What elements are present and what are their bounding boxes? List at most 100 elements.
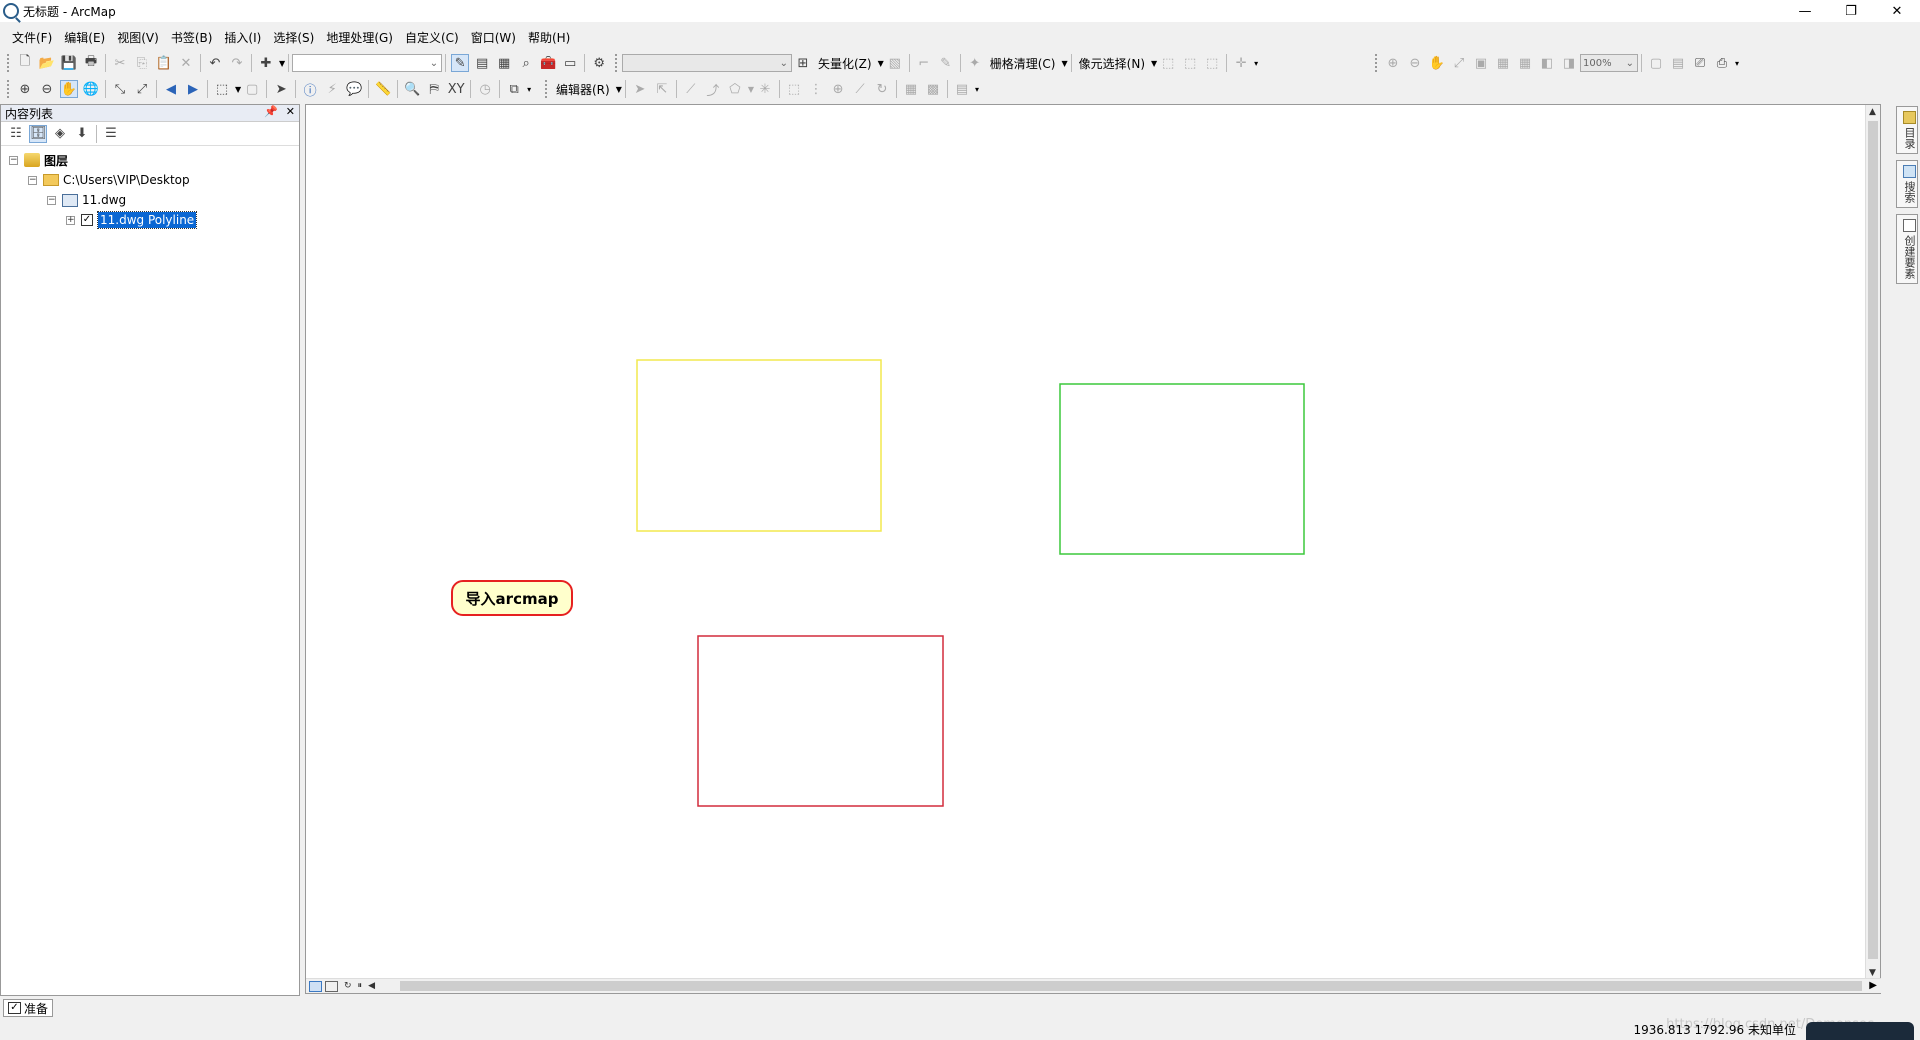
python-window-icon[interactable]: ▭	[561, 54, 579, 72]
paste-icon[interactable]: 📋	[155, 54, 173, 72]
select-elements-icon[interactable]: ➤	[272, 80, 290, 98]
raster-tool-icon[interactable]: ✦	[966, 54, 984, 72]
menu-customize[interactable]: 自定义(C)	[399, 29, 465, 46]
edit-annotation-icon[interactable]: ⇱	[653, 80, 671, 98]
data-view-icon[interactable]	[309, 980, 322, 992]
find-route-icon[interactable]: ⛿	[425, 80, 443, 98]
chevron-down-icon[interactable]: ▼	[235, 85, 241, 94]
create-viewer-window-icon[interactable]: ⧉	[505, 80, 523, 98]
map-scale-combo[interactable]: ⌄	[292, 54, 443, 72]
fixed-zoom-out-icon[interactable]: ▦	[1516, 54, 1534, 72]
chevron-down-icon[interactable]: ▼	[1062, 59, 1068, 68]
fixed-zoom-in-icon[interactable]: ⤡	[111, 80, 129, 98]
raster-layer-combo[interactable]: ⌄	[622, 54, 792, 72]
menu-help[interactable]: 帮助(H)	[522, 29, 576, 46]
list-by-source-icon[interactable]: 🗄	[29, 124, 47, 143]
layout-view-icon[interactable]	[325, 980, 338, 992]
menu-windows[interactable]: 窗口(W)	[465, 29, 522, 46]
search-tab[interactable]: 搜索	[1896, 160, 1918, 208]
layout-pan-icon[interactable]: ✋	[1428, 54, 1446, 72]
menu-edit[interactable]: 编辑(E)	[58, 29, 111, 46]
menu-view[interactable]: 视图(V)	[111, 29, 165, 46]
tree-item-layers[interactable]: − 图层	[1, 150, 299, 170]
menu-selection[interactable]: 选择(S)	[267, 29, 320, 46]
vertical-scrollbar[interactable]: ▲ ▼	[1865, 105, 1880, 980]
attributes-icon[interactable]: ▦	[902, 80, 920, 98]
vectorize-tool-icon[interactable]: ▧	[886, 54, 904, 72]
toolbar-options-icon[interactable]: ▾	[975, 85, 979, 94]
refresh-icon[interactable]: ↻	[344, 981, 352, 991]
save-icon[interactable]: 💾	[60, 54, 78, 72]
cell-selection-menu[interactable]: 像元选择(N)	[1079, 55, 1145, 72]
vectorize-menu[interactable]: 矢量化(Z)	[818, 55, 872, 72]
reshape-feature-icon[interactable]: ⋮	[807, 80, 825, 98]
menu-geoprocessing[interactable]: 地理处理(G)	[320, 29, 399, 46]
restore-button[interactable]: ❐	[1828, 0, 1874, 22]
scroll-down-icon[interactable]: ▼	[1869, 968, 1876, 978]
minimize-button[interactable]: —	[1782, 0, 1828, 22]
search-window-icon[interactable]: ⌕	[517, 54, 535, 72]
catalog-window-icon[interactable]: ▦	[495, 54, 513, 72]
create-features-tab[interactable]: 创建要素	[1896, 214, 1918, 284]
crosshair-icon[interactable]: ✛	[1232, 54, 1250, 72]
edit-tool-icon[interactable]: ➤	[631, 80, 649, 98]
print-icon[interactable]: 🖶	[82, 54, 100, 72]
point-icon[interactable]: ✳	[756, 80, 774, 98]
red-rectangle[interactable]	[697, 635, 944, 807]
chevron-down-icon[interactable]: ▼	[279, 59, 285, 68]
line-trace-icon[interactable]: ⌐	[915, 54, 933, 72]
toolbar-grip[interactable]	[615, 54, 619, 72]
chevron-down-icon[interactable]: ▼	[616, 85, 622, 94]
close-button[interactable]: ✕	[1874, 0, 1920, 22]
data-driven-pages-icon[interactable]: ⎙	[1713, 54, 1731, 72]
erase-cells-icon[interactable]: ⬚	[1203, 54, 1221, 72]
chevron-down-icon[interactable]: ▼	[878, 59, 884, 68]
yellow-rectangle[interactable]	[636, 359, 882, 532]
green-rectangle[interactable]	[1059, 383, 1305, 555]
toolbar-grip[interactable]	[7, 80, 11, 98]
redo-icon[interactable]: ↷	[228, 54, 246, 72]
toolbar-options-icon[interactable]: ▾	[527, 85, 531, 94]
editor-menu[interactable]: 编辑器(R)	[556, 81, 610, 98]
collapse-icon[interactable]: −	[9, 155, 18, 165]
pin-icon[interactable]: 📌	[264, 105, 278, 118]
layout-zoom-out-icon[interactable]: ⊖	[1406, 54, 1424, 72]
time-slider-icon[interactable]: ◷	[476, 80, 494, 98]
copy-icon[interactable]: ⎘	[133, 54, 151, 72]
clear-selection-icon[interactable]: ▢	[243, 80, 261, 98]
create-features-icon[interactable]: ▤	[953, 80, 971, 98]
status-ready-tab[interactable]: ✓ 准备	[3, 999, 54, 1017]
rotate-tool-icon[interactable]: ↻	[873, 80, 891, 98]
expand-icon[interactable]: +	[66, 215, 75, 225]
list-by-drawing-order-icon[interactable]: ☷	[7, 125, 25, 143]
sketch-properties-icon[interactable]: ▩	[924, 80, 942, 98]
layer-label[interactable]: 11.dwg Polyline	[96, 211, 198, 229]
pause-drawing-icon[interactable]: ⏸	[358, 981, 363, 991]
menu-bookmarks[interactable]: 书签(B)	[165, 29, 219, 46]
find-icon[interactable]: 🔍	[403, 80, 421, 98]
full-extent-icon[interactable]: 🌐	[82, 80, 100, 98]
select-connected-icon[interactable]: ⬚	[1181, 54, 1199, 72]
html-popup-icon[interactable]: 💬	[345, 80, 363, 98]
change-layout-icon[interactable]: ⎚	[1691, 54, 1709, 72]
toc-options-icon[interactable]: ☰	[102, 125, 120, 143]
cut-icon[interactable]: ✂	[111, 54, 129, 72]
select-cells-icon[interactable]: ⬚	[1159, 54, 1177, 72]
toolbar-options-icon[interactable]: ▾	[1254, 59, 1258, 68]
collapse-icon[interactable]: −	[28, 175, 37, 185]
raster-snapping-icon[interactable]: ⊞	[794, 54, 812, 72]
horizontal-scroll-thumb[interactable]	[400, 981, 1862, 991]
map-display[interactable]: 导入arcmap ▲ ▼ ↻ ⏸ ◀ ▶	[305, 104, 1881, 994]
toolbar-options-icon[interactable]: ▾	[1735, 59, 1739, 68]
zoom-100-icon[interactable]: ▣	[1472, 54, 1490, 72]
hyperlink-icon[interactable]: ⚡	[323, 80, 341, 98]
go-forward-extent-icon[interactable]: ◨	[1560, 54, 1578, 72]
tree-item-dataset[interactable]: − 11.dwg	[1, 190, 299, 210]
arctoolbox-icon[interactable]: 🧰	[539, 54, 557, 72]
close-icon[interactable]: ✕	[286, 105, 295, 118]
focus-data-frame-icon[interactable]: ▤	[1669, 54, 1687, 72]
scroll-left-icon[interactable]: ◀	[368, 981, 375, 991]
add-data-icon[interactable]: ✚	[257, 54, 275, 72]
toc-window-icon[interactable]: ▤	[473, 54, 491, 72]
catalog-tab[interactable]: 目录	[1896, 106, 1918, 154]
